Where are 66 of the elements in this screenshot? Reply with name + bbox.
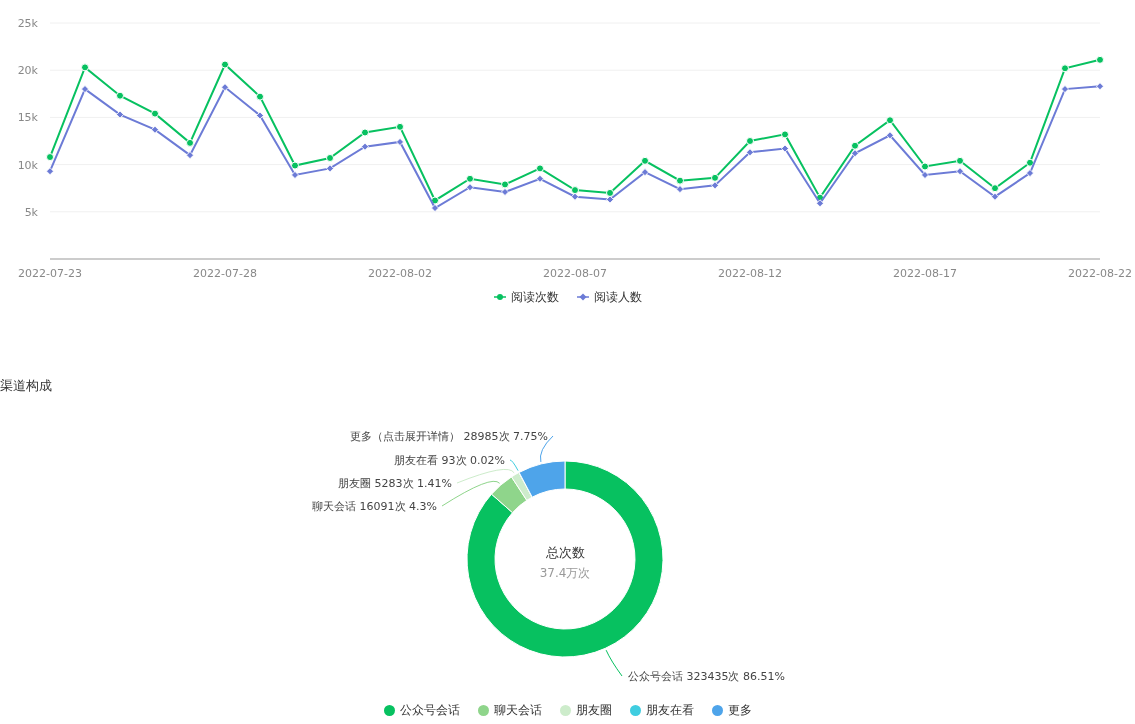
data-point bbox=[396, 122, 404, 131]
section-title: 渠道构成 bbox=[0, 377, 53, 396]
data-point bbox=[1096, 82, 1104, 91]
slice-label: 更多（点击展开详情） 28985次 7.75% bbox=[350, 429, 548, 443]
legend-label[interactable]: 公众号会话 bbox=[399, 701, 460, 719]
data-point bbox=[116, 110, 124, 119]
data-point bbox=[746, 137, 754, 145]
y-axis-label: 15k bbox=[17, 111, 38, 125]
center-value: 37.4万次 bbox=[539, 565, 591, 580]
x-axis-label: 2022-07-23 bbox=[18, 267, 82, 280]
data-point bbox=[641, 156, 649, 165]
legend-label[interactable]: 阅读人数 bbox=[593, 288, 642, 306]
center-title: 总次数 bbox=[545, 544, 585, 560]
y-axis-label: 5k bbox=[24, 205, 38, 219]
x-axis-label: 2022-08-02 bbox=[368, 267, 432, 280]
legend-label[interactable]: 朋友在看 bbox=[645, 701, 694, 719]
y-axis-label: 10k bbox=[17, 158, 38, 172]
legend-label[interactable]: 更多 bbox=[727, 701, 752, 719]
y-axis-label: 20k bbox=[17, 64, 38, 78]
data-point bbox=[256, 92, 264, 101]
legend-label[interactable]: 朋友圈 bbox=[575, 701, 612, 719]
donut-slice[interactable] bbox=[491, 476, 528, 513]
slice-label: 公众号会话 323435次 86.51% bbox=[628, 669, 785, 683]
data-point bbox=[956, 167, 964, 176]
data-point bbox=[46, 167, 54, 176]
data-point bbox=[221, 83, 229, 92]
data-point bbox=[956, 156, 964, 165]
data-point bbox=[361, 142, 369, 151]
slice-label: 聊天会话 16091次 4.3% bbox=[312, 499, 437, 513]
data-point bbox=[116, 91, 124, 100]
leader-line bbox=[605, 649, 623, 677]
data-point bbox=[396, 138, 404, 146]
data-point bbox=[641, 168, 649, 177]
data-point bbox=[186, 151, 194, 160]
data-point bbox=[1026, 169, 1034, 178]
slice-label: 朋友在看 93次 0.02% bbox=[394, 453, 505, 467]
data-point bbox=[151, 109, 159, 118]
data-point bbox=[1061, 85, 1069, 94]
data-point bbox=[256, 111, 264, 120]
data-point bbox=[781, 144, 789, 153]
donut-slice[interactable] bbox=[518, 460, 566, 498]
data-point bbox=[361, 128, 369, 137]
data-point bbox=[1061, 64, 1069, 73]
data-point bbox=[221, 60, 229, 69]
y-axis-label: 25k bbox=[17, 17, 38, 30]
data-point bbox=[1096, 55, 1104, 64]
slice-label: 朋友圈 5283次 1.41% bbox=[338, 476, 452, 490]
data-point bbox=[746, 148, 754, 157]
data-point bbox=[326, 164, 334, 173]
legend-label[interactable]: 聊天会话 bbox=[493, 701, 542, 719]
x-axis-label: 2022-07-28 bbox=[193, 267, 257, 280]
legend-label[interactable]: 阅读次数 bbox=[510, 288, 559, 306]
data-point bbox=[326, 154, 334, 162]
x-axis-label: 2022-08-07 bbox=[543, 267, 607, 280]
data-point bbox=[81, 63, 89, 72]
data-point bbox=[151, 125, 159, 134]
x-axis-label: 2022-08-22 bbox=[1068, 267, 1132, 280]
data-point bbox=[886, 131, 894, 140]
data-point bbox=[1026, 158, 1034, 167]
data-point bbox=[46, 153, 54, 162]
data-point bbox=[186, 138, 194, 147]
data-point bbox=[781, 130, 789, 139]
data-point bbox=[886, 116, 894, 125]
x-axis-label: 2022-08-12 bbox=[718, 267, 782, 280]
data-point bbox=[81, 85, 89, 94]
x-axis-label: 2022-08-17 bbox=[893, 267, 957, 280]
